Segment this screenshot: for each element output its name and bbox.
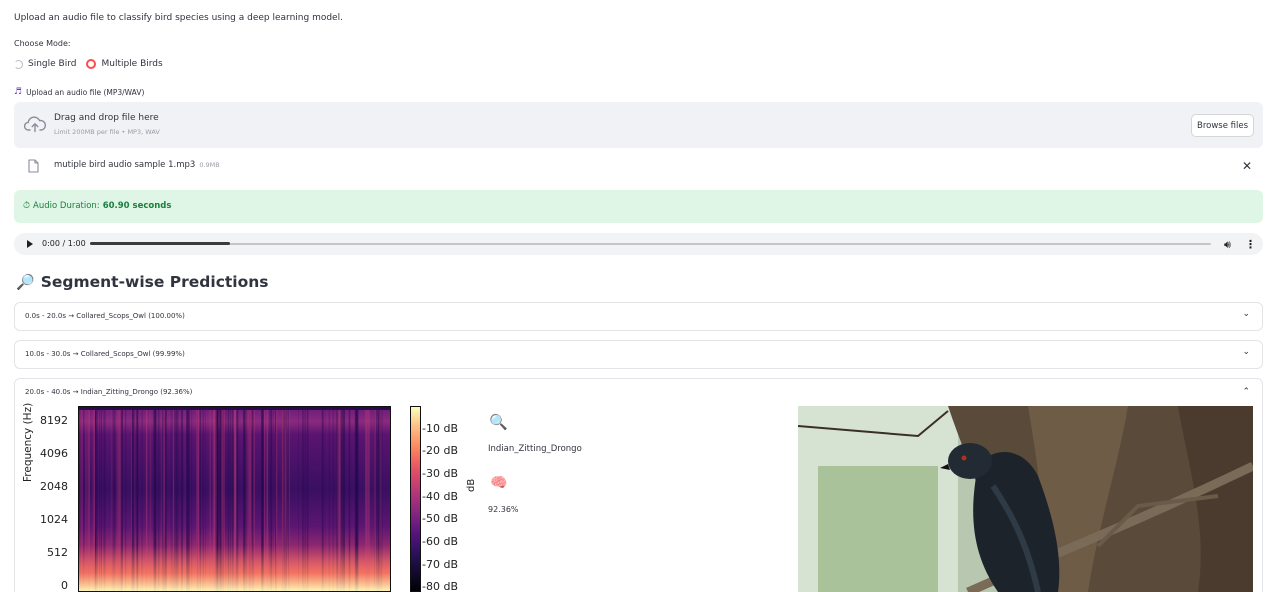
- bird-photo: [798, 406, 1253, 592]
- volume-icon[interactable]: 🔊︎: [1224, 238, 1231, 252]
- duration-message: ⏱ Audio Duration: 60.90 seconds: [23, 201, 171, 211]
- browse-files-button[interactable]: Browse files: [1191, 114, 1254, 137]
- dropzone-title: Drag and drop file here: [54, 113, 159, 123]
- colorbar-tick: -50 dB: [422, 512, 458, 525]
- segment-label: 20.0s - 40.0s → Indian_Zitting_Drongo (9…: [25, 388, 193, 396]
- magnifier-icon: 🔍: [489, 413, 508, 431]
- spectrogram-y-tick: 0: [61, 579, 68, 592]
- colorbar-tick: -40 dB: [422, 490, 458, 503]
- colorbar: [410, 406, 421, 592]
- duration-value: 60.90 seconds: [102, 201, 172, 211]
- audio-seek-bar[interactable]: [90, 243, 1211, 245]
- section-title-text: Segment-wise Predictions: [40, 273, 269, 291]
- radio-selected-icon: [86, 59, 97, 69]
- colorbar-tick: -70 dB: [422, 558, 458, 571]
- upload-label: ♬ Upload an audio file (MP3/WAV): [14, 87, 144, 97]
- radio-single-bird-label: Single Bird: [28, 59, 77, 69]
- music-note-icon: ♬: [14, 87, 23, 97]
- audio-time: 0:00 / 1:00: [42, 239, 86, 248]
- colorbar-tick: -10 dB: [422, 422, 458, 435]
- uploaded-file-name-text: mutiple bird audio sample 1.mp3: [54, 160, 196, 170]
- spectrogram-y-tick: 8192: [40, 414, 68, 427]
- uploaded-file-name: mutiple bird audio sample 1.mp3 0.9MB: [54, 160, 220, 170]
- chevron-up-icon: ⌃: [1242, 387, 1250, 397]
- segment-expander-2[interactable]: 10.0s - 30.0s → Collared_Scops_Owl (99.9…: [14, 340, 1263, 369]
- mode-label: Choose Mode:: [14, 39, 71, 48]
- radio-unselected-icon: [14, 59, 23, 69]
- file-icon: [28, 159, 39, 173]
- segment-label: 10.0s - 30.0s → Collared_Scops_Owl (99.9…: [25, 350, 185, 358]
- colorbar-label: dB: [466, 478, 477, 492]
- segment-label: 0.0s - 20.0s → Collared_Scops_Owl (100.0…: [25, 312, 185, 320]
- colorbar-tick: -60 dB: [422, 535, 458, 548]
- uploaded-file-size: 0.9MB: [199, 161, 220, 169]
- spectrogram-y-tick: 4096: [40, 447, 68, 460]
- dropzone-limit-text: Limit 200MB per file • MP3, WAV: [54, 128, 160, 136]
- play-icon[interactable]: [26, 239, 34, 249]
- radio-multiple-birds[interactable]: Multiple Birds: [86, 59, 163, 69]
- colorbar-tick: -20 dB: [422, 444, 458, 457]
- spectrogram-y-tick: 2048: [40, 480, 68, 493]
- audio-seek-progress: [90, 242, 230, 245]
- segment-expander-1[interactable]: 0.0s - 20.0s → Collared_Scops_Owl (100.0…: [14, 302, 1263, 331]
- more-options-icon[interactable]: ⋮: [1245, 238, 1256, 251]
- mode-radio-group: Single Bird Multiple Birds: [14, 59, 173, 69]
- radio-multiple-birds-label: Multiple Birds: [101, 59, 163, 69]
- file-dropzone[interactable]: [14, 102, 1263, 148]
- upload-label-text: Upload an audio file (MP3/WAV): [26, 87, 145, 97]
- magnifier-icon: 🔎: [16, 273, 35, 291]
- intro-text: Upload an audio file to classify bird sp…: [14, 13, 343, 23]
- stopwatch-icon: ⏱: [23, 201, 31, 211]
- colorbar-tick: -80 dB: [422, 580, 458, 592]
- prediction-confidence: 92.36%: [488, 505, 519, 514]
- chevron-down-icon: ⌄: [1242, 309, 1250, 319]
- colorbar-tick: -30 dB: [422, 467, 458, 480]
- spectrogram-y-tick: 512: [47, 546, 68, 559]
- brain-icon: 🧠: [490, 475, 508, 491]
- duration-success-box: [14, 190, 1263, 223]
- section-title: 🔎 Segment-wise Predictions: [16, 273, 269, 291]
- cloud-upload-icon: [24, 116, 46, 133]
- chevron-down-icon: ⌄: [1242, 347, 1250, 357]
- remove-file-close-icon[interactable]: ✕: [1242, 159, 1252, 173]
- predicted-species: Indian_Zitting_Drongo: [488, 444, 582, 454]
- spectrogram-y-tick: 1024: [40, 513, 68, 526]
- spectrogram-image: [78, 406, 391, 592]
- duration-prefix: Audio Duration:: [33, 201, 100, 211]
- radio-single-bird[interactable]: Single Bird: [14, 59, 76, 69]
